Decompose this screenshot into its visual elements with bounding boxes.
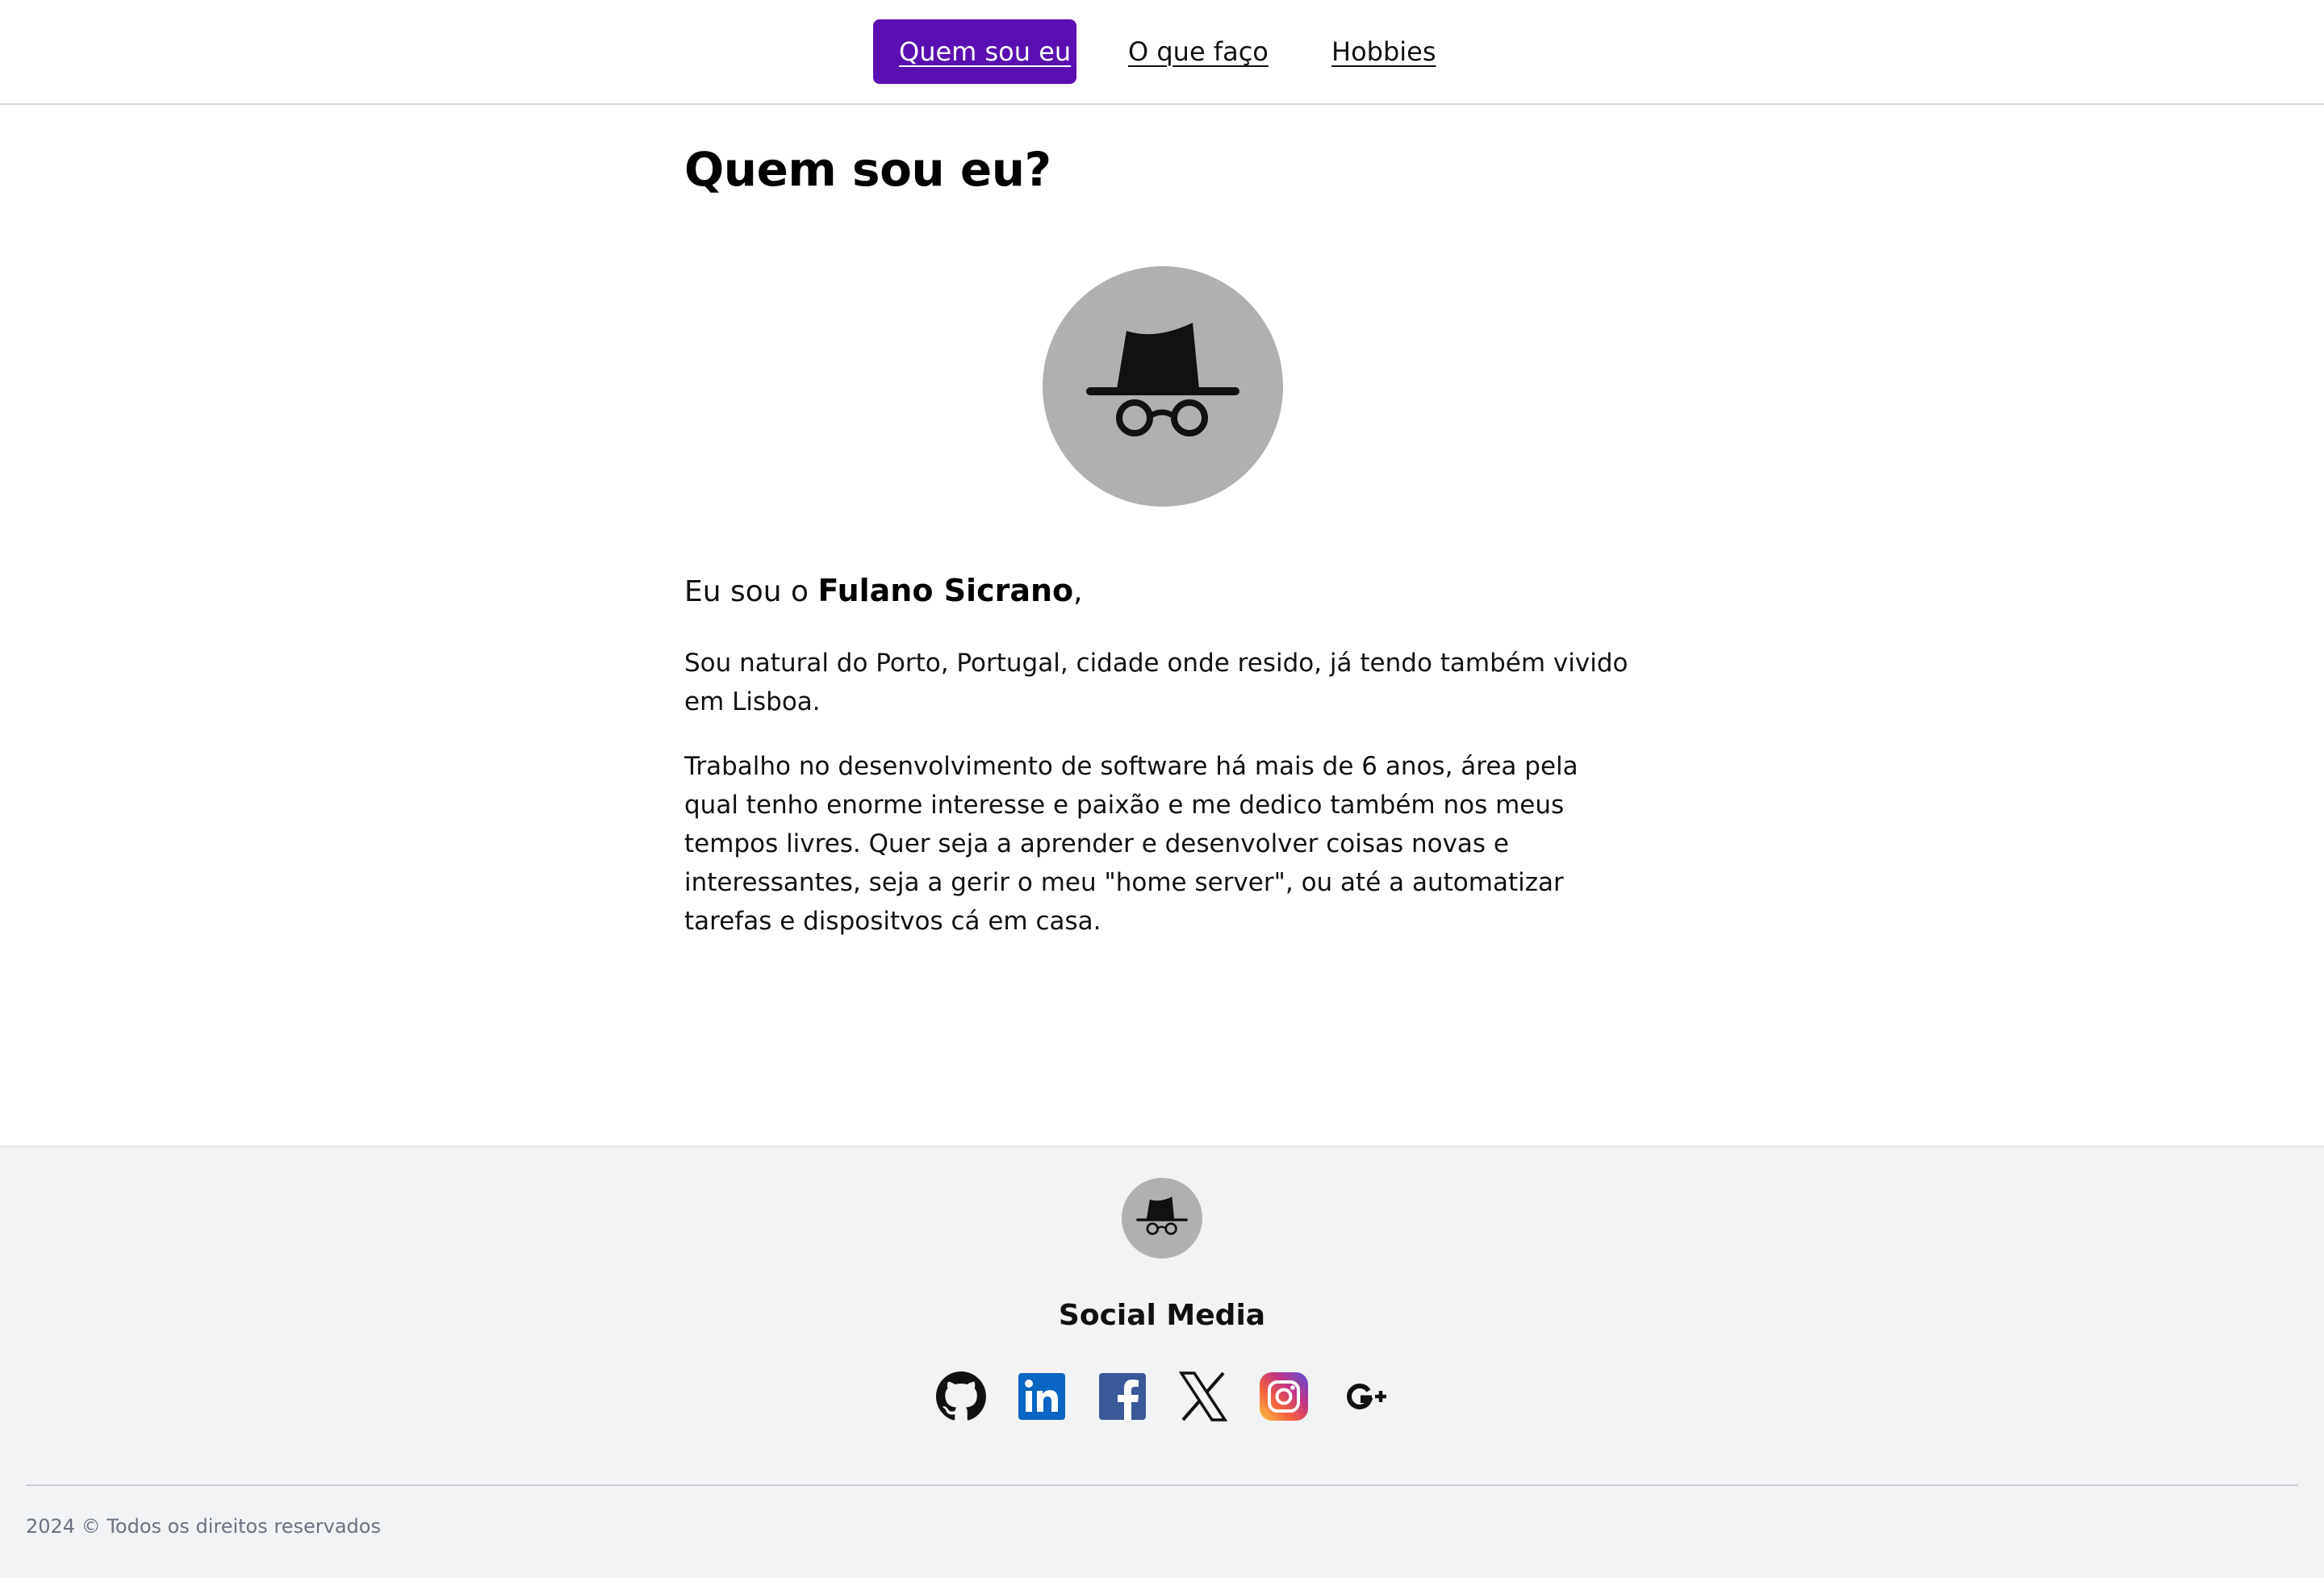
facebook-icon: [1099, 1373, 1146, 1420]
google-plus-link[interactable]: [1340, 1371, 1390, 1421]
footer-divider: [26, 1484, 2298, 1486]
facebook-link[interactable]: [1097, 1371, 1147, 1421]
github-icon: [936, 1371, 986, 1421]
linkedin-link[interactable]: [1017, 1371, 1067, 1421]
footer-logo: [1122, 1178, 1202, 1259]
avatar: [1043, 266, 1283, 507]
github-link[interactable]: [936, 1371, 986, 1421]
top-navigation: Quem sou eu O que faço Hobbies: [0, 0, 2324, 105]
incognito-icon: [1122, 1178, 1202, 1259]
page-title: Quem sou eu?: [684, 142, 1051, 197]
nav-link-o-que-faco[interactable]: O que faço: [1128, 19, 1269, 84]
instagram-icon: [1260, 1372, 1308, 1421]
x-icon: [1178, 1371, 1228, 1421]
bio-paragraph-work: Trabalho no desenvolvimento de software …: [684, 752, 1578, 936]
person-name: Fulano Sicrano: [817, 573, 1074, 608]
nav-link-quem-sou-eu[interactable]: Quem sou eu: [873, 19, 1076, 84]
copyright-text: 2024 © Todos os direitos reservados: [26, 1515, 381, 1538]
social-links: [936, 1371, 1388, 1423]
google-plus-icon: [1347, 1384, 1386, 1409]
instagram-link[interactable]: [1259, 1371, 1309, 1421]
intro-suffix: ,: [1073, 575, 1083, 608]
intro-prefix: Eu sou o: [684, 575, 818, 608]
intro-line: Eu sou o Fulano Sicrano,: [684, 573, 1636, 608]
incognito-icon: [1043, 266, 1283, 507]
social-media-heading: Social Media: [1058, 1299, 1266, 1332]
linkedin-icon: [1018, 1373, 1065, 1420]
bio-paragraph-origin: Sou natural do Porto, Portugal, cidade o…: [684, 649, 1628, 716]
nav-link-hobbies[interactable]: Hobbies: [1331, 19, 1436, 84]
footer: Social Media 2024 © Todos os direitos re…: [0, 1146, 2324, 1578]
x-link[interactable]: [1178, 1371, 1228, 1421]
